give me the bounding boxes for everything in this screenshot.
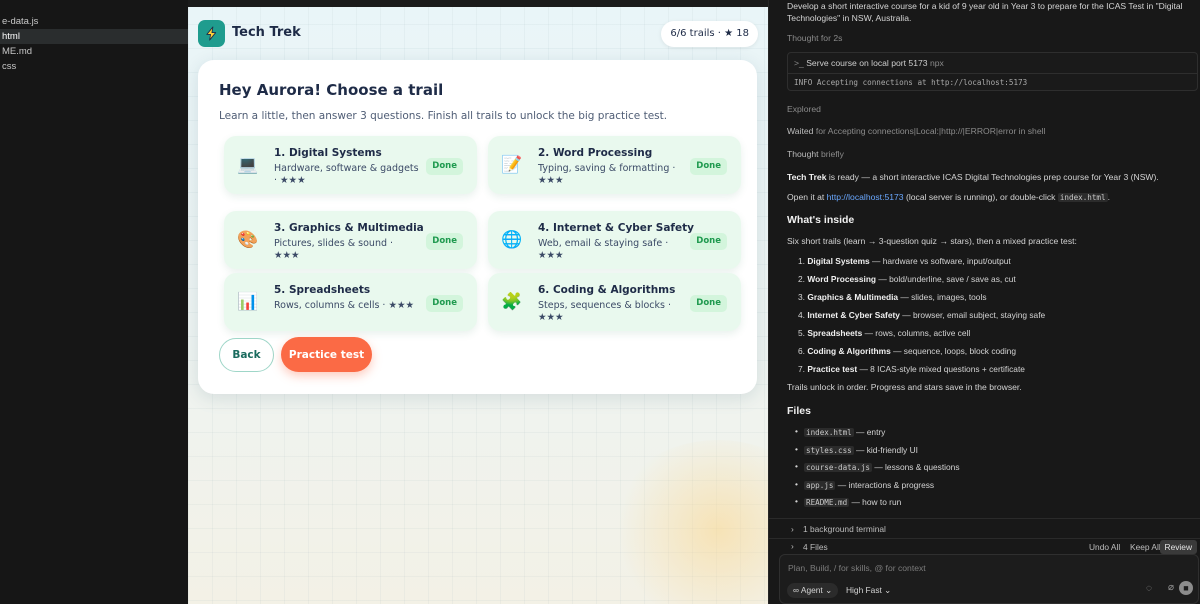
trail-title: 1. Digital Systems bbox=[274, 147, 382, 159]
screen: e-data.js html ME.md css Tech Trek 6/6 t… bbox=[0, 0, 1200, 604]
file-item[interactable]: css bbox=[0, 59, 188, 74]
trail-description: Hardware, software & gadgets · ★★★ bbox=[274, 163, 419, 186]
terminal-command: >_ Serve course on local port 5173 npx bbox=[794, 58, 944, 68]
composer[interactable]: Plan, Build, / for skills, @ for context… bbox=[779, 554, 1199, 604]
list-item: 3. Graphics & Multimedia — slides, image… bbox=[798, 292, 987, 302]
status-badge: Done bbox=[426, 295, 463, 312]
trail-item[interactable]: 💻 1. Digital Systems Hardware, software & … bbox=[224, 136, 477, 194]
composer-input[interactable]: Plan, Build, / for skills, @ for context bbox=[788, 563, 926, 573]
trail-description: Pictures, slides & sound · ★★★ bbox=[274, 238, 394, 261]
trail-title: 2. Word Processing bbox=[538, 147, 653, 159]
trail-item[interactable]: 🌐 4. Internet & Cyber Safety Web, email & … bbox=[488, 211, 741, 269]
globe-icon: 🌐 bbox=[501, 230, 523, 250]
user-prompt-line: Technologies" in NSW, Australia. bbox=[787, 13, 912, 23]
trail-item[interactable]: 🧩 6. Coding & Algorithms Steps, sequences … bbox=[488, 273, 741, 331]
chevron-down-icon: ⌄ bbox=[825, 585, 833, 595]
ready-message: Tech Trek is ready — a short interactive… bbox=[787, 172, 1159, 182]
trail-description: Typing, saving & formatting · ★★★ bbox=[538, 163, 676, 186]
practice-test-button[interactable]: Practice test bbox=[281, 337, 372, 372]
app-preview: Tech Trek 6/6 trails · ★ 18 Hey Aurora! … bbox=[188, 0, 768, 604]
status-badge: Done bbox=[690, 158, 727, 175]
localhost-link[interactable]: http://localhost:5173 bbox=[827, 192, 904, 202]
section-heading-whats-inside: What's inside bbox=[787, 214, 855, 226]
paperclip-icon[interactable]: ⌀ bbox=[1168, 582, 1174, 593]
background-glow bbox=[608, 440, 768, 604]
list-item: 7. Practice test — 8 ICAS-style mixed qu… bbox=[798, 364, 1025, 374]
trail-title: 4. Internet & Cyber Safety bbox=[538, 222, 694, 234]
terminal-prompt-icon: >_ bbox=[794, 58, 804, 68]
app-header: Tech Trek 6/6 trails · ★ 18 bbox=[198, 20, 758, 50]
trail-item[interactable]: 📊 5. Spreadsheets Rows, columns & cells · … bbox=[224, 273, 477, 331]
list-item: 4. Internet & Cyber Safety — browser, em… bbox=[798, 310, 1046, 320]
terminal-block[interactable]: >_ Serve course on local port 5173 npx I… bbox=[787, 52, 1198, 91]
file-item-active[interactable]: html bbox=[0, 29, 188, 44]
trail-title: 6. Coding & Algorithms bbox=[538, 284, 676, 296]
inside-intro: Six short trails (learn → 3-question qui… bbox=[787, 236, 1077, 246]
send-stop-icon[interactable]: ■ bbox=[1179, 581, 1193, 595]
file-list-item: app.js — interactions & progress bbox=[795, 479, 934, 490]
loading-spinner-icon: ◌ bbox=[1146, 583, 1152, 594]
terminal-output: INFO Accepting connections at http://loc… bbox=[788, 73, 1197, 91]
background-terminal-bar[interactable]: › 1 background terminal bbox=[769, 518, 1200, 538]
thought-status[interactable]: Thought for 2s bbox=[787, 33, 842, 44]
open-instructions: Open it at http://localhost:5173 (local … bbox=[787, 192, 1110, 202]
status-badge: Done bbox=[426, 233, 463, 250]
file-list-item: README.md — how to run bbox=[795, 496, 901, 507]
chevron-down-icon: ⌄ bbox=[884, 585, 892, 595]
lightning-logo-icon bbox=[198, 20, 225, 47]
brand-name: Tech Trek bbox=[232, 25, 301, 40]
file-item[interactable]: ME.md bbox=[0, 44, 188, 59]
trail-card: Hey Aurora! Choose a trail Learn a littl… bbox=[198, 60, 757, 394]
trail-description: Steps, sequences & blocks · ★★★ bbox=[538, 300, 671, 323]
explored-status[interactable]: Explored bbox=[787, 104, 821, 115]
puzzle-icon: 🧩 bbox=[501, 292, 523, 312]
list-item: 1. Digital Systems — hardware vs softwar… bbox=[798, 256, 1011, 266]
list-item: 6. Coding & Algorithms — sequence, loops… bbox=[798, 346, 1017, 356]
file-list-item: index.html — entry bbox=[795, 426, 885, 437]
back-button[interactable]: Back bbox=[219, 338, 274, 372]
preview-top-strip bbox=[188, 0, 768, 7]
infinity-icon: ∞ bbox=[793, 585, 799, 595]
file-list-item: course-data.js — lessons & questions bbox=[795, 461, 960, 472]
card-title: Hey Aurora! Choose a trail bbox=[219, 81, 444, 99]
model-selector[interactable]: High Fast ⌄ bbox=[846, 583, 891, 598]
file-explorer: e-data.js html ME.md css bbox=[0, 0, 188, 604]
undo-all-button[interactable]: Undo All bbox=[1089, 542, 1120, 552]
changed-files-bar: › 4 Files Undo All Keep All bbox=[769, 538, 1200, 554]
laptop-icon: 💻 bbox=[237, 155, 259, 175]
inline-code: index.html bbox=[1057, 193, 1108, 202]
status-badge: Done bbox=[426, 158, 463, 175]
file-item[interactable]: e-data.js bbox=[0, 14, 188, 29]
chevron-right-icon: › bbox=[791, 541, 794, 551]
progress-pill: 6/6 trails · ★ 18 bbox=[661, 21, 758, 47]
files-changed-count[interactable]: 4 Files bbox=[803, 542, 828, 552]
thought-brief-status[interactable]: Thought briefly bbox=[787, 149, 844, 160]
file-list-item: styles.css — kid-friendly UI bbox=[795, 444, 918, 455]
trail-item[interactable]: 📝 2. Word Processing Typing, saving & form… bbox=[488, 136, 741, 194]
trail-description: Web, email & staying safe · ★★★ bbox=[538, 238, 669, 261]
memo-icon: 📝 bbox=[501, 155, 523, 175]
agent-mode-selector[interactable]: ∞ Agent ⌄ bbox=[787, 583, 839, 598]
trail-item[interactable]: 🎨 3. Graphics & Multimedia Pictures, slide… bbox=[224, 211, 477, 269]
trail-description: Rows, columns & cells · ★★★ bbox=[274, 300, 415, 311]
bar-chart-icon: 📊 bbox=[237, 292, 259, 312]
list-item: 2. Word Processing — bold/underline, sav… bbox=[798, 274, 1016, 284]
user-prompt-line: Develop a short interactive course for a… bbox=[787, 1, 1183, 11]
agent-chat-panel: Develop a short interactive course for a… bbox=[768, 0, 1200, 604]
review-button[interactable]: Review bbox=[1159, 540, 1197, 554]
trail-title: 5. Spreadsheets bbox=[274, 284, 371, 296]
palette-icon: 🎨 bbox=[237, 230, 259, 250]
list-item: 5. Spreadsheets — rows, columns, active … bbox=[798, 328, 971, 338]
unlock-note: Trails unlock in order. Progress and sta… bbox=[787, 382, 1022, 392]
waited-status[interactable]: Waited for Accepting connections|Local:|… bbox=[787, 126, 1045, 137]
chevron-right-icon: › bbox=[791, 524, 794, 534]
keep-all-button[interactable]: Keep All bbox=[1130, 542, 1161, 552]
section-heading-files: Files bbox=[787, 405, 811, 417]
card-subtitle: Learn a little, then answer 3 questions.… bbox=[219, 110, 668, 122]
trail-title: 3. Graphics & Multimedia bbox=[274, 222, 424, 234]
status-badge: Done bbox=[690, 295, 727, 312]
status-badge: Done bbox=[690, 233, 727, 250]
